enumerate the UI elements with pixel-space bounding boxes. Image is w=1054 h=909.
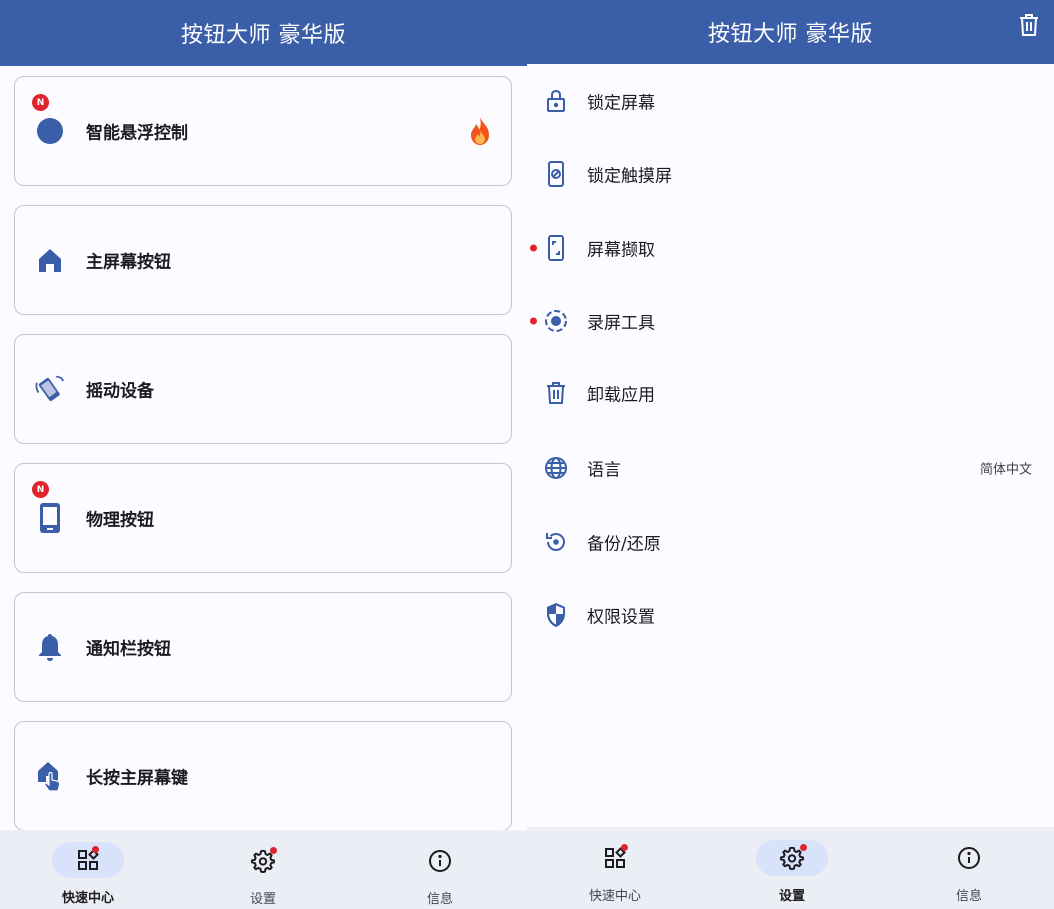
fire-icon	[467, 116, 493, 146]
nav-label: 信息	[955, 889, 982, 904]
nav-info[interactable]: 信息	[881, 827, 1054, 909]
info-icon	[428, 849, 452, 873]
nav-label: 设置	[778, 889, 805, 904]
card-physical-button[interactable]: N 物理按钮	[14, 463, 512, 573]
home-icon	[35, 245, 65, 275]
nav-info[interactable]: 信息	[352, 830, 527, 909]
card-label: 通知栏按钮	[86, 639, 171, 660]
settings-item-permissions[interactable]: 权限设置	[527, 587, 1054, 643]
shield-icon	[543, 602, 569, 628]
settings-item-screen-recorder[interactable]: 录屏工具	[527, 293, 1054, 349]
app-title: 按钮大师 豪华版	[708, 22, 873, 47]
restore-icon	[543, 529, 569, 555]
shake-icon	[35, 374, 65, 404]
settings-item-lock-screen[interactable]: 锁定屏幕	[527, 73, 1054, 129]
settings-item-label: 屏幕撷取	[587, 240, 655, 261]
app-bar: 按钮大师 豪华版	[0, 0, 527, 66]
app-bar: 按钮大师 豪华版	[527, 0, 1054, 64]
trash-icon	[543, 380, 569, 406]
settings-item-screenshot[interactable]: 屏幕撷取	[527, 220, 1054, 276]
nav-label: 快速中心	[588, 889, 641, 904]
settings-item-label: 锁定屏幕	[587, 93, 655, 114]
card-shake-device[interactable]: 摇动设备	[14, 334, 512, 444]
new-badge: N	[32, 94, 49, 111]
settings-screen: 按钮大师 豪华版 锁定屏幕 锁定触摸屏 屏幕撷取 录屏工具 卸载应用 语言 简体…	[527, 0, 1054, 909]
bottom-navigation: 快速中心 设置 信息	[527, 827, 1054, 909]
settings-item-language[interactable]: 语言 简体中文	[527, 440, 1054, 496]
lock-icon	[543, 88, 569, 114]
screenshot-icon	[543, 235, 569, 261]
nav-notification-dot	[621, 844, 628, 851]
trash-icon[interactable]	[1016, 12, 1042, 38]
record-icon	[543, 308, 569, 334]
nav-notification-dot	[92, 846, 99, 853]
notification-dot	[530, 317, 537, 325]
card-label: 主屏幕按钮	[86, 252, 171, 273]
settings-item-label: 备份/还原	[587, 534, 661, 555]
notification-dot	[530, 244, 537, 252]
quick-center-screen: 按钮大师 豪华版 N 智能悬浮控制 主屏幕按钮 摇动设备 N 物理按钮 通知栏按…	[0, 0, 527, 909]
phone-icon	[35, 503, 65, 533]
settings-item-uninstall[interactable]: 卸载应用	[527, 365, 1054, 421]
settings-item-label: 锁定触摸屏	[587, 166, 672, 187]
nav-settings[interactable]: 设置	[704, 827, 880, 909]
settings-item-label: 卸载应用	[587, 385, 655, 406]
card-label: 长按主屏幕键	[86, 768, 188, 789]
new-badge: N	[32, 481, 49, 498]
app-title: 按钮大师 豪华版	[181, 23, 346, 48]
card-label: 摇动设备	[86, 381, 154, 402]
nav-notification-dot	[270, 847, 277, 854]
nav-quick-center[interactable]: 快速中心	[0, 830, 176, 909]
settings-item-backup-restore[interactable]: 备份/还原	[527, 514, 1054, 570]
card-notification-button[interactable]: 通知栏按钮	[14, 592, 512, 702]
card-home-button[interactable]: 主屏幕按钮	[14, 205, 512, 315]
nav-label: 设置	[249, 892, 276, 907]
card-long-press-home[interactable]: 长按主屏幕键	[14, 721, 512, 831]
nav-notification-dot	[800, 844, 807, 851]
nav-quick-center[interactable]: 快速中心	[527, 827, 703, 909]
bottom-navigation: 快速中心 设置 信息	[0, 830, 527, 909]
settings-item-label: 权限设置	[587, 607, 655, 628]
nav-label: 信息	[426, 892, 453, 907]
circle-icon	[35, 116, 65, 146]
settings-item-label: 录屏工具	[587, 313, 655, 334]
info-icon	[957, 846, 981, 870]
card-label: 智能悬浮控制	[86, 123, 188, 144]
card-label: 物理按钮	[86, 510, 154, 531]
card-floating-control[interactable]: N 智能悬浮控制	[14, 76, 512, 186]
nav-label: 快速中心	[61, 891, 114, 906]
phone-lock-icon	[543, 161, 569, 187]
language-value: 简体中文	[979, 462, 1032, 478]
nav-settings[interactable]: 设置	[175, 830, 351, 909]
settings-item-lock-touchscreen[interactable]: 锁定触摸屏	[527, 146, 1054, 202]
home-touch-icon	[35, 761, 65, 792]
settings-item-label: 语言	[587, 460, 621, 481]
bell-icon	[35, 632, 65, 662]
globe-icon	[543, 455, 569, 481]
